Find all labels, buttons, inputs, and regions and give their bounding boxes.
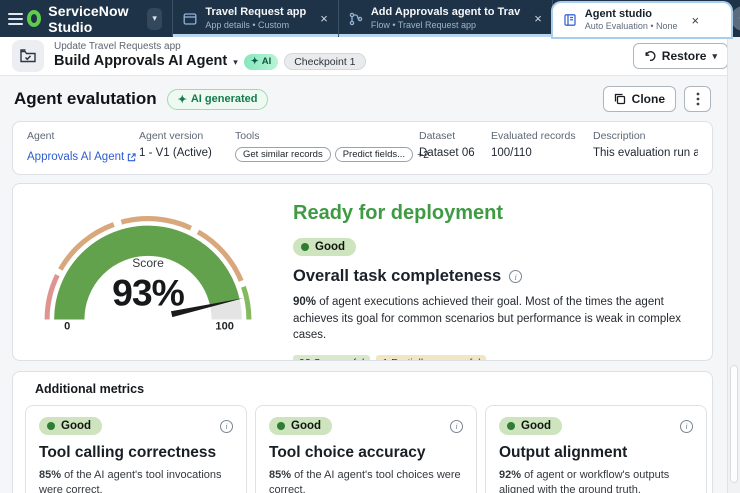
gauge-max-label: 100: [215, 321, 234, 333]
page-header: Agent evalutation ✦ AI generated Clone: [14, 86, 711, 112]
chevron-down-icon: ▾: [152, 13, 157, 23]
status-dot-icon: [507, 422, 515, 430]
field-description: Description This evaluation run assesses…: [593, 130, 698, 159]
topbar-actions: ✦ +: [730, 0, 740, 37]
info-icon[interactable]: i: [509, 270, 523, 283]
field-agent-version: Agent version 1 - V1 (Active): [139, 130, 212, 159]
rating-badge: Good: [499, 417, 563, 435]
gauge-value: 93%: [112, 271, 185, 313]
checkpoint-badge: Checkpoint 1: [284, 53, 366, 71]
brand-name: ServiceNow Studio: [48, 2, 129, 35]
tab-title: Agent studio: [584, 7, 652, 20]
status-dot-icon: [301, 243, 309, 251]
tab-subtitle: App details • Custom: [205, 19, 290, 30]
book-icon: [563, 13, 577, 27]
score-gauge-container: Score 93% 0 100: [37, 194, 259, 360]
tab-strip: Travel Request app App details • Custom …: [172, 0, 731, 37]
field-agent: Agent Approvals AI Agent: [27, 130, 136, 165]
folder-check-icon: [20, 49, 36, 63]
rating-badge: Good: [293, 238, 357, 256]
metric-card-title: Tool calling correctness: [39, 444, 217, 461]
flow-icon: [349, 12, 363, 26]
chevron-down-icon[interactable]: ▾: [233, 57, 238, 68]
deployment-readiness-headline: Ready for deployment: [293, 202, 504, 224]
tool-pill[interactable]: Get similar records: [235, 147, 331, 162]
copy-icon: [614, 93, 625, 105]
close-icon[interactable]: ×: [534, 12, 542, 25]
metric-title: Overall task completeness: [293, 267, 502, 285]
external-link-icon: [127, 152, 136, 161]
hamburger-menu-icon[interactable]: [8, 0, 23, 37]
additional-metrics-panel: Additional metrics Good i Tool calling c…: [12, 371, 713, 493]
clone-button[interactable]: Clone: [602, 86, 676, 112]
top-bar: ServiceNow Studio ▾ Travel Request app A…: [0, 0, 740, 37]
tab-add-approvals-agent[interactable]: Add Approvals agent to Trav Flow • Trave…: [339, 0, 553, 37]
metric-description: 90% of agent executions achieved their g…: [293, 296, 681, 342]
brand: ServiceNow Studio ▾: [23, 0, 172, 37]
kebab-icon: [696, 92, 699, 106]
close-icon[interactable]: ×: [692, 14, 700, 27]
more-actions-button[interactable]: [684, 86, 711, 112]
tab-agent-studio[interactable]: Agent studio Auto Evaluation • None ×: [552, 3, 731, 37]
ai-assist-button[interactable]: ✦ +: [730, 6, 740, 31]
servicenow-studio-window: ServiceNow Studio ▾ Travel Request app A…: [0, 0, 740, 493]
chevron-down-icon: ▾: [712, 50, 717, 61]
app-window-icon: [183, 12, 197, 26]
metric-card-description: 85% of the AI agent's tool choices were …: [269, 469, 461, 493]
result-badge: 1 Partially successful: [376, 355, 487, 360]
servicenow-logo-icon: [27, 10, 42, 27]
metric-card-output-alignment[interactable]: Good i Output alignment 92% of agent or …: [485, 405, 707, 493]
restore-button[interactable]: Restore ▾: [632, 43, 728, 69]
app-record-button[interactable]: [12, 40, 44, 72]
status-dot-icon: [47, 422, 55, 430]
status-dot-icon: [277, 422, 285, 430]
field-evaluated-records: Evaluated records 100/110: [491, 130, 576, 159]
result-badge: 92 Successful: [293, 355, 371, 360]
metric-card-title: Tool choice accuracy: [269, 444, 426, 461]
tab-travel-request-app[interactable]: Travel Request app App details • Custom …: [173, 0, 339, 37]
app-header: Update Travel Requests app Build Approva…: [0, 37, 740, 76]
vertical-scrollbar[interactable]: [727, 37, 740, 493]
ai-badge: ✦ AI: [243, 53, 279, 70]
rating-badge: Good: [39, 417, 103, 435]
scrollbar-thumb[interactable]: [730, 365, 738, 483]
info-icon[interactable]: i: [220, 419, 233, 433]
app-context-label: Update Travel Requests app: [54, 41, 181, 53]
tool-pill[interactable]: Predict fields...: [334, 147, 414, 162]
gauge-title: Score: [132, 256, 164, 270]
field-dataset: Dataset Dataset 06: [419, 130, 475, 159]
ai-generated-badge: ✦ AI generated: [166, 88, 269, 110]
tab-title: Travel Request app: [205, 6, 307, 18]
record-title: Build Approvals AI Agent: [54, 53, 228, 70]
field-tools: Tools Get similar records Predict fields…: [235, 130, 430, 162]
close-icon[interactable]: ×: [320, 12, 328, 25]
score-gauge: Score 93% 0 100: [44, 216, 252, 333]
info-icon[interactable]: i: [680, 419, 693, 433]
metric-card-tool-choice-accuracy[interactable]: Good i Tool choice accuracy 85% of the A…: [255, 405, 477, 493]
metric-card-tool-calling-correctness[interactable]: Good i Tool calling correctness 85% of t…: [25, 405, 247, 493]
evaluation-summary-bar: Agent Approvals AI Agent Agent version 1…: [12, 121, 713, 175]
sparkle-icon: ✦: [177, 93, 187, 106]
page-title: Agent evalutation: [14, 89, 157, 108]
tab-title: Add Approvals agent to Trav: [370, 6, 521, 18]
overall-evaluation-panel: Score 93% 0 100 Ready for deployment Goo…: [12, 183, 713, 361]
sparkle-icon: ✦: [250, 56, 259, 68]
restore-icon: [645, 51, 656, 62]
info-icon[interactable]: i: [450, 419, 463, 433]
tab-subtitle: Auto Evaluation • None: [584, 21, 678, 32]
additional-metrics-title: Additional metrics: [35, 382, 145, 396]
agent-link[interactable]: Approvals AI Agent: [27, 151, 136, 163]
metric-card-title: Output alignment: [499, 444, 628, 461]
main-content: Agent evalutation ✦ AI generated Clone A…: [0, 76, 740, 493]
gauge-min-label: 0: [64, 321, 70, 333]
metric-card-description: 92% of agent or workflow's outputs align…: [499, 469, 670, 493]
workspace-switcher-button[interactable]: ▾: [147, 7, 163, 30]
metric-card-description: 85% of the AI agent's tool invocations w…: [39, 469, 222, 493]
tab-subtitle: Flow • Travel Request app: [370, 19, 477, 30]
rating-badge: Good: [269, 417, 333, 435]
